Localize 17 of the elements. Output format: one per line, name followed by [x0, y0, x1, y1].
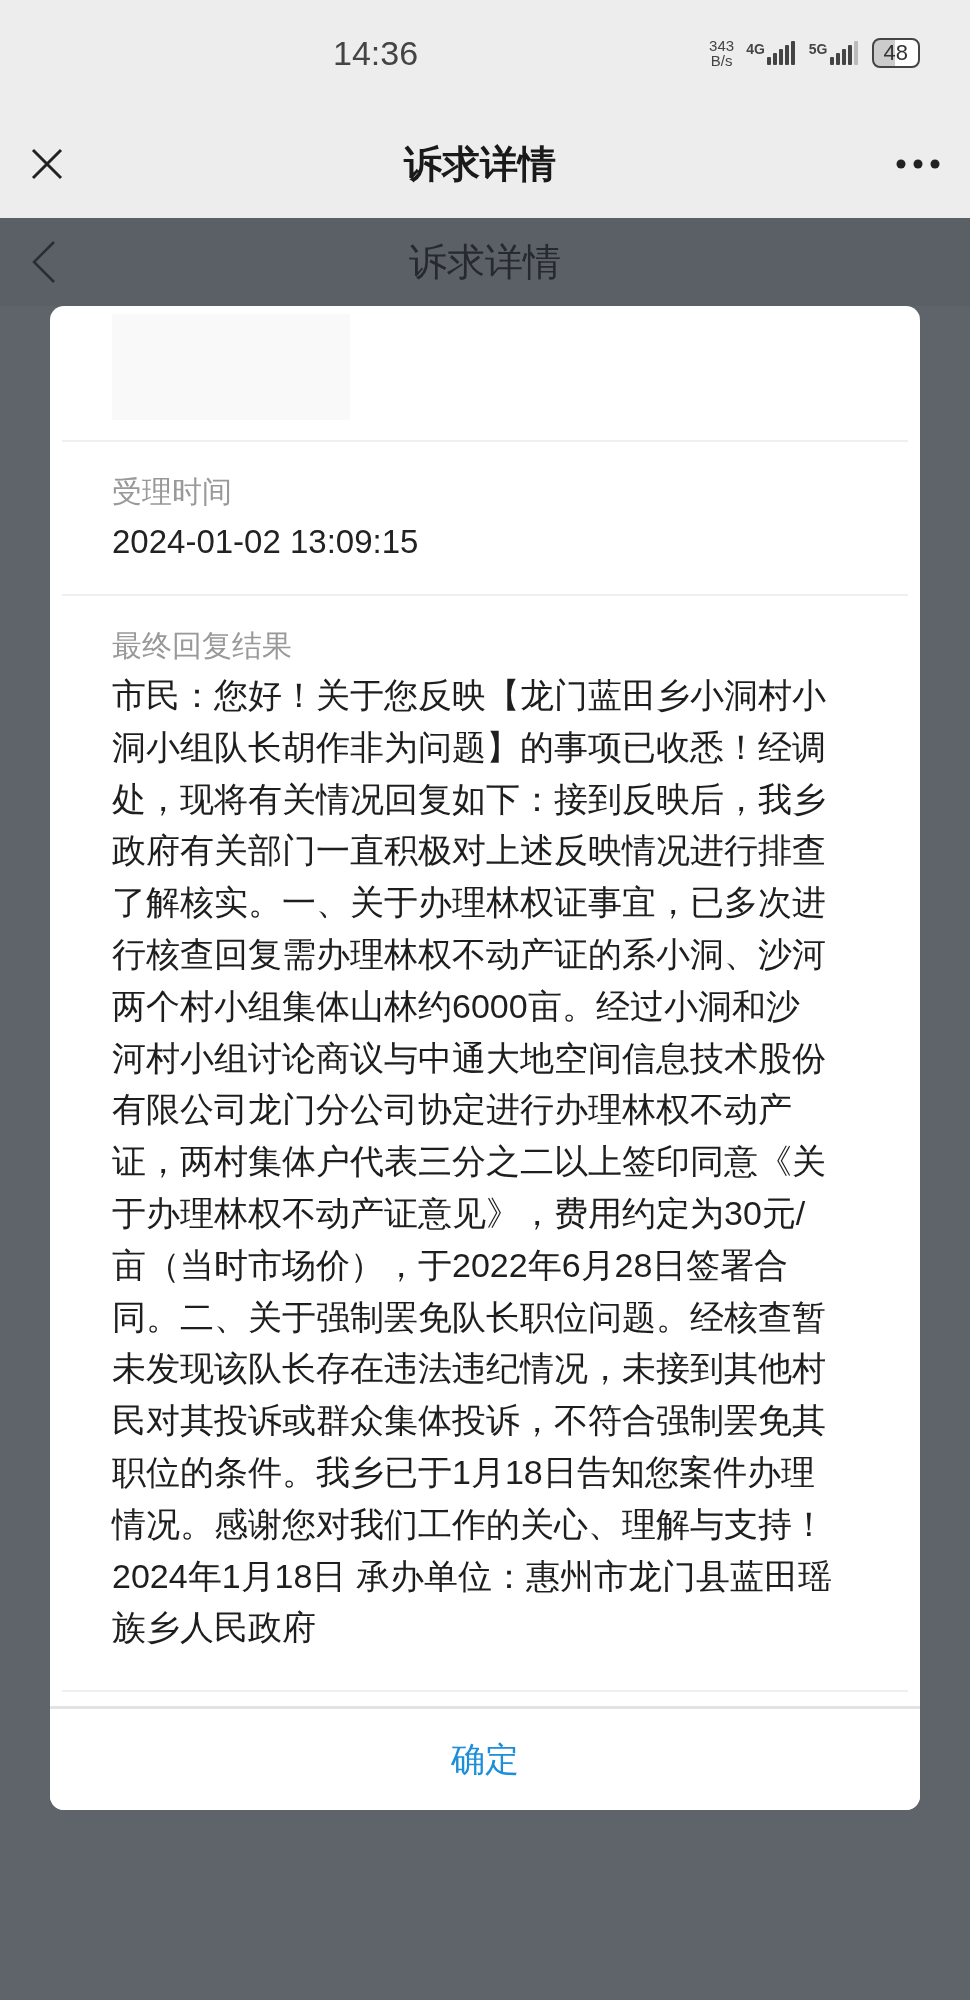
status-time: 14:36 — [333, 34, 419, 73]
page-title: 诉求详情 — [404, 141, 556, 187]
network-type: 4G — [746, 41, 765, 57]
confirm-button[interactable]: 确定 — [50, 1706, 920, 1811]
background-page-title: 诉求详情 — [409, 239, 561, 285]
reply-text: 市民：您好！关于您反映【龙门蓝田乡小洞村小洞小组队长胡作非为问题】的事项已收悉！经调处，现将有关情况回复如下：接到反映后，我乡政府有关部门一直积极对上述反映情况进行排查了解核实。一、关于办理林权证事宜，已多次进行核查回复需办理林权不动产证的系小洞、沙河两个村小组集体山林约6000亩。经过小洞和沙河村小组讨论商议与中通大地空间信息技术股份有限公司龙门分公司协定进行办理林权不动产证，两村集体户代表三分之二以上签印同意《关于办理林权不动产证意见》，费用约定为30元/亩（当时市场价），于2022年6月28日签署合同。二、关于强制罢免队长职位问题。经核查暂未发现该队长存在违法违纪情况，未接到其他村民对其投诉或群众集体投诉，不符合强制罢免其职位的条件。我乡已于1月18日告知您案件办理情况。感谢您对我们工作的关心、理解与支持！2024年1月18日 承办单位：惠州市龙门县蓝田瑶族乡人民政府 — [112, 675, 832, 1649]
close-icon[interactable] — [30, 147, 64, 181]
network-speed: 343 — [709, 38, 735, 53]
signal-icon — [829, 41, 860, 65]
more-icon[interactable] — [896, 159, 940, 169]
battery-level: 48 — [871, 38, 920, 68]
signal-icon — [766, 41, 797, 65]
field-value: 2024-01-02 13:09:15 — [112, 522, 420, 562]
field-label: 最终回复结果 — [112, 628, 293, 664]
network-speed-unit: B/s — [710, 53, 733, 68]
network-type: 5G — [808, 41, 828, 57]
field-label: 受理时间 — [112, 474, 233, 510]
